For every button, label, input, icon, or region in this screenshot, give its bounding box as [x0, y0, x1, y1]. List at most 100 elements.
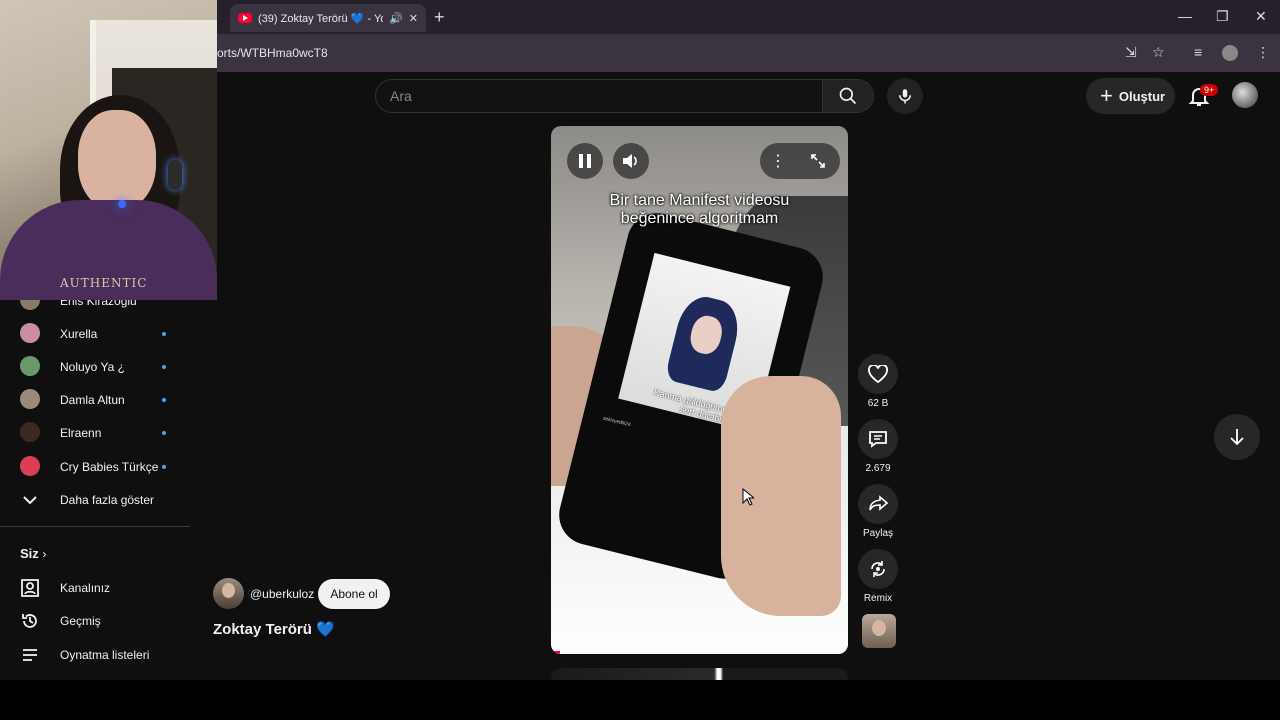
subscription-item[interactable]: Elraenn: [0, 416, 190, 449]
close-window-button[interactable]: ✕: [1255, 8, 1267, 25]
like-button[interactable]: [858, 354, 898, 394]
browser-tab[interactable]: (39) Zoktay Terörü 💙 - You 🔊 ✕: [230, 4, 426, 32]
volume-button[interactable]: [613, 143, 649, 179]
you-section-label: Siz: [20, 546, 39, 561]
caption-line: beğenince algoritmam: [620, 210, 779, 228]
plus-icon: +: [1100, 83, 1113, 108]
nav-your-channel[interactable]: Kanalınız: [0, 571, 190, 604]
remix-label: Remix: [863, 593, 893, 604]
maximize-button[interactable]: ❐: [1216, 8, 1229, 25]
bottom-letterbox: [0, 680, 1280, 720]
search-button[interactable]: [822, 79, 874, 113]
comment-icon: [869, 431, 887, 448]
nav-label: Geçmiş: [60, 614, 101, 628]
nav-history[interactable]: Geçmiş: [0, 604, 190, 637]
new-content-dot: [162, 465, 166, 469]
speaker-icon[interactable]: 🔊: [389, 12, 403, 25]
new-content-dot: [162, 398, 166, 402]
new-content-dot: [162, 365, 166, 369]
like-action: 62 B: [858, 354, 898, 409]
next-video-preview[interactable]: [551, 668, 848, 680]
subscription-item[interactable]: Noluyo Ya ¿: [0, 350, 190, 383]
progress-track[interactable]: [551, 651, 848, 654]
shorts-video-player[interactable]: Kanma güldüğüme buz kadar sert durabilir…: [551, 126, 848, 654]
search-icon: [839, 87, 857, 105]
new-content-dot: [162, 431, 166, 435]
youtube-favicon-icon: [238, 13, 252, 23]
chevron-down-icon: [23, 496, 37, 505]
comments-button[interactable]: [858, 419, 898, 459]
next-short-button[interactable]: [1214, 414, 1260, 460]
channel-avatar[interactable]: [213, 578, 244, 609]
share-button[interactable]: [858, 484, 898, 524]
create-button[interactable]: + Oluştur: [1086, 78, 1175, 114]
voice-search-button[interactable]: [887, 78, 923, 114]
comment-count: 2.679: [865, 463, 891, 474]
bookmark-star-icon[interactable]: ☆: [1152, 44, 1165, 61]
comment-action: 2.679: [858, 419, 898, 474]
new-tab-button[interactable]: +: [434, 7, 445, 28]
new-content-dot: [162, 332, 166, 336]
notification-badge: 9+: [1200, 84, 1219, 96]
like-count: 62 B: [867, 398, 889, 409]
volume-icon: [623, 154, 637, 168]
sidebar-divider: [0, 526, 190, 527]
shirt-print: AUTHENTIC: [60, 276, 148, 290]
subscription-item[interactable]: Cry Babies Türkçe: [0, 450, 190, 483]
video-title[interactable]: Zoktay Terörü 💙: [213, 620, 335, 638]
subscription-label: Elraenn: [60, 426, 102, 440]
search-input[interactable]: [376, 80, 822, 112]
install-app-icon[interactable]: ⇲: [1125, 44, 1137, 61]
headset-icon: [168, 160, 182, 190]
video-caption: Bir tane Manifest videosu beğenince algo…: [551, 192, 848, 229]
show-more-button[interactable]: Daha fazla göster: [0, 483, 190, 516]
remix-action: Remix: [858, 549, 898, 604]
minimize-button[interactable]: —: [1178, 8, 1192, 24]
subscription-label: Cry Babies Türkçe: [60, 460, 159, 474]
profile-icon[interactable]: [1222, 45, 1238, 61]
pause-icon: [579, 154, 591, 168]
fullscreen-button[interactable]: [800, 143, 836, 179]
share-icon: [869, 495, 888, 511]
caption-line: Bir tane Manifest videosu: [609, 192, 790, 209]
subscribe-button[interactable]: Abone ol: [318, 579, 390, 609]
channel-avatar: [20, 456, 40, 476]
progress-bar[interactable]: [551, 651, 560, 654]
nav-playlists[interactable]: Oynatma listeleri: [0, 638, 190, 671]
arrow-down-icon: [1230, 429, 1244, 446]
account-avatar[interactable]: [1232, 82, 1258, 108]
fullscreen-icon: [811, 154, 825, 168]
url-text[interactable]: orts/WTBHma0wcT8: [217, 46, 328, 60]
you-section-header[interactable]: Siz ›: [20, 546, 46, 561]
more-options-button[interactable]: ⋮: [760, 143, 796, 179]
headset-mic: [118, 200, 126, 208]
channel-icon: [21, 579, 39, 597]
sound-thumbnail[interactable]: [862, 614, 896, 648]
remix-icon: [871, 561, 885, 577]
search-box: [375, 79, 823, 113]
heart-icon: [868, 365, 888, 383]
pause-button[interactable]: [567, 143, 603, 179]
subscription-item[interactable]: Damla Altun: [0, 383, 190, 416]
share-action: Paylaş: [858, 484, 898, 539]
channel-avatar: [20, 323, 40, 343]
history-icon: [22, 614, 37, 628]
subscription-item[interactable]: Xurella: [0, 317, 190, 350]
subscription-label: Xurella: [60, 327, 98, 341]
playlist-icon: [23, 649, 37, 661]
browser-menu-icon[interactable]: ⋮: [1256, 44, 1270, 61]
tab-close-icon[interactable]: ✕: [409, 12, 418, 25]
channel-avatar: [20, 356, 40, 376]
more-vertical-icon: ⋮: [770, 153, 786, 170]
nav-label: Kanalınız: [60, 581, 111, 595]
microphone-icon: [899, 89, 911, 104]
share-label: Paylaş: [862, 528, 893, 539]
media-control-icon[interactable]: ≡: [1194, 44, 1202, 60]
channel-handle[interactable]: @uberkuloz: [250, 587, 314, 601]
show-more-label: Daha fazla göster: [60, 493, 155, 507]
video-inner-user: sekizyedili24: [602, 415, 632, 429]
webcam-overlay: AUTHENTIC: [0, 0, 217, 300]
subscription-label: Damla Altun: [60, 393, 125, 407]
remix-button[interactable]: [858, 549, 898, 589]
create-label: Oluştur: [1118, 88, 1166, 104]
